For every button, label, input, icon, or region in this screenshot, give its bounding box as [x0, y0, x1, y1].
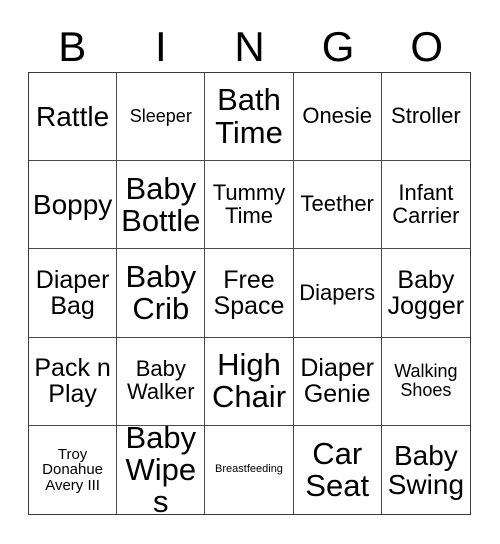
bingo-cell-g1[interactable]: Onesie — [293, 73, 382, 162]
bingo-cell-label: Stroller — [391, 103, 461, 129]
bingo-cell-label: Infant Carrier — [392, 179, 460, 228]
bingo-cell-label: Baby Wipes — [125, 425, 197, 514]
bingo-cell-label: Diapers — [299, 279, 376, 305]
bingo-cell-label: Car Seat — [305, 435, 370, 503]
bingo-cell-label: Free Space — [213, 265, 285, 320]
bingo-cell-o5[interactable]: Baby Swing — [381, 425, 470, 514]
bingo-cell-i3[interactable]: Baby Crib — [117, 249, 206, 338]
bingo-cell-label: Pack n Play — [34, 354, 111, 409]
bingo-cell-label: Teether — [300, 191, 374, 217]
bingo-cell-b3[interactable]: Diaper Bag — [29, 249, 118, 338]
header-letter-o: O — [410, 23, 443, 70]
bingo-cell-n1[interactable]: Bath Time — [205, 73, 294, 162]
bingo-cell-free-space[interactable]: Free Space — [205, 249, 294, 338]
bingo-cell-n5[interactable]: Breastfeeding — [205, 425, 294, 514]
bingo-cell-label: Baby Swing — [387, 439, 465, 500]
bingo-cell-label: Baby Crib — [125, 258, 197, 326]
bingo-cell-label: Baby Walker — [126, 356, 195, 405]
bingo-cell-label: Baby Bottle — [121, 170, 201, 238]
bingo-cell-label: Breastfeeding — [215, 463, 283, 476]
bingo-cell-i4[interactable]: Baby Walker — [117, 337, 206, 426]
bingo-cell-label: Onesie — [302, 103, 373, 129]
bingo-card: B I N G O Rattle Sleeper Bath Time Onesi… — [0, 0, 500, 544]
bingo-cell-b2[interactable]: Boppy — [29, 161, 118, 250]
bingo-cell-label: Walking Shoes — [394, 361, 458, 401]
bingo-cell-label: Diaper Genie — [300, 354, 375, 409]
bingo-cell-g4[interactable]: Diaper Genie — [293, 337, 382, 426]
bingo-cell-label: Troy Donahue Avery III — [42, 445, 104, 494]
bingo-cell-o2[interactable]: Infant Carrier — [381, 161, 470, 250]
bingo-cell-o4[interactable]: Walking Shoes — [381, 337, 470, 426]
header-letter-g: G — [321, 23, 355, 70]
bingo-cell-g2[interactable]: Teether — [293, 161, 382, 250]
bingo-cell-label: Boppy — [32, 189, 113, 221]
bingo-cell-label: Rattle — [36, 101, 110, 133]
bingo-grid: Rattle Sleeper Bath Time Onesie Stroller… — [28, 72, 471, 515]
bingo-cell-i1[interactable]: Sleeper — [117, 73, 206, 162]
bingo-cell-label: High Chair — [211, 346, 287, 415]
bingo-cell-g3[interactable]: Diapers — [293, 249, 382, 338]
header-letter-n: N — [234, 23, 265, 70]
bingo-cell-b5[interactable]: Troy Donahue Avery III — [29, 425, 118, 514]
bingo-cell-g5[interactable]: Car Seat — [293, 425, 382, 514]
bingo-cell-i5[interactable]: Baby Wipes — [117, 425, 206, 514]
bingo-cell-b1[interactable]: Rattle — [29, 73, 118, 162]
bingo-cell-label: Tummy Time — [212, 179, 286, 228]
bingo-cell-n2[interactable]: Tummy Time — [205, 161, 294, 250]
bingo-cell-label: Baby Jogger — [387, 265, 465, 320]
bingo-cell-n4[interactable]: High Chair — [205, 337, 294, 426]
bingo-cell-i2[interactable]: Baby Bottle — [117, 161, 206, 250]
bingo-cell-o1[interactable]: Stroller — [381, 73, 470, 162]
bingo-cell-b4[interactable]: Pack n Play — [29, 337, 118, 426]
bingo-cell-label: Diaper Bag — [35, 265, 110, 320]
bingo-header: B I N G O — [28, 22, 471, 72]
bingo-cell-label: Bath Time — [215, 82, 283, 150]
header-letter-b: B — [58, 23, 87, 70]
bingo-cell-o3[interactable]: Baby Jogger — [381, 249, 470, 338]
header-letter-i: I — [155, 23, 167, 70]
bingo-cell-label: Sleeper — [129, 106, 192, 127]
